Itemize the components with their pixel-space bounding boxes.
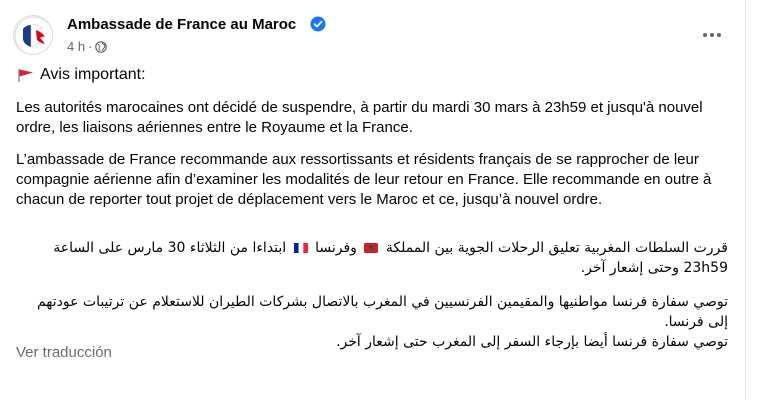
avis-line: Avis important: xyxy=(16,66,728,84)
arabic-paragraph-recommendation: توصي سفارة فرنسا مواطنيها والمقيمين الفر… xyxy=(16,292,728,352)
post-meta: 4 h · xyxy=(67,39,108,54)
paragraph-recommendation: L’ambassade de France recommande aux res… xyxy=(16,151,712,208)
arabic-text: توصي سفارة فرنسا أيضا بإرجاء السفر إلى ا… xyxy=(336,334,728,350)
see-translation-link[interactable]: Ver traducción xyxy=(16,344,112,361)
verified-badge-icon xyxy=(310,16,326,32)
triangular-flag-icon xyxy=(18,69,33,82)
marianne-logo-icon xyxy=(14,16,52,54)
arabic-text: توصي سفارة فرنسا مواطنيها والمقيمين الفر… xyxy=(36,294,728,330)
arabic-text: وفرنسا xyxy=(315,240,357,256)
post-timestamp[interactable]: 4 h xyxy=(67,39,85,54)
globe-icon[interactable] xyxy=(95,40,108,53)
page-name-link[interactable]: Ambassade de France au Maroc xyxy=(67,16,296,33)
more-dot-icon xyxy=(710,33,714,37)
page-avatar[interactable] xyxy=(13,15,53,55)
avis-heading: Avis important: xyxy=(40,66,146,83)
arabic-text: قررت السلطات المغربية تعليق الرحلات الجو… xyxy=(385,240,728,256)
meta-separator: · xyxy=(88,39,93,54)
arabic-paragraph-suspension: قررت السلطات المغربية تعليق الرحلات الجو… xyxy=(16,238,728,278)
more-options-button[interactable] xyxy=(696,19,728,51)
more-dot-icon xyxy=(717,33,721,37)
paragraph-suspension: Les autorités marocaines ont décidé de s… xyxy=(16,99,703,136)
more-dot-icon xyxy=(703,33,707,37)
post-header: Ambassade de France au Maroc 4 h · xyxy=(13,15,743,59)
feed-divider xyxy=(745,0,746,400)
morocco-flag-icon xyxy=(364,243,379,253)
france-flag-icon xyxy=(293,243,308,253)
